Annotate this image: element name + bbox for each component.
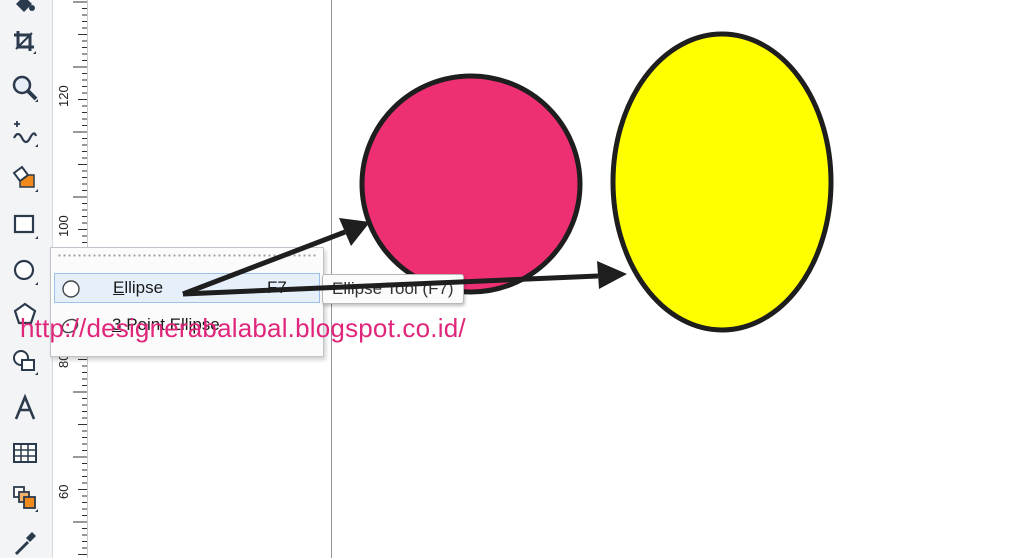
yellow-ellipse[interactable]: [610, 31, 834, 333]
watermark-url: http://designerabalabal.blogspot.co.id/: [20, 313, 466, 343]
pink-circle[interactable]: [359, 73, 583, 295]
flyout-item-label: Ellipse: [113, 278, 164, 297]
flyout-grip[interactable]: [57, 254, 317, 257]
ellipse-icon: [61, 279, 81, 299]
ellipse-tool-tooltip: Ellipse Tool (F7): [322, 274, 464, 304]
flyout-item-ellipse[interactable]: Ellipse F7: [54, 273, 320, 303]
flyout-item-shortcut: F7: [267, 278, 287, 297]
